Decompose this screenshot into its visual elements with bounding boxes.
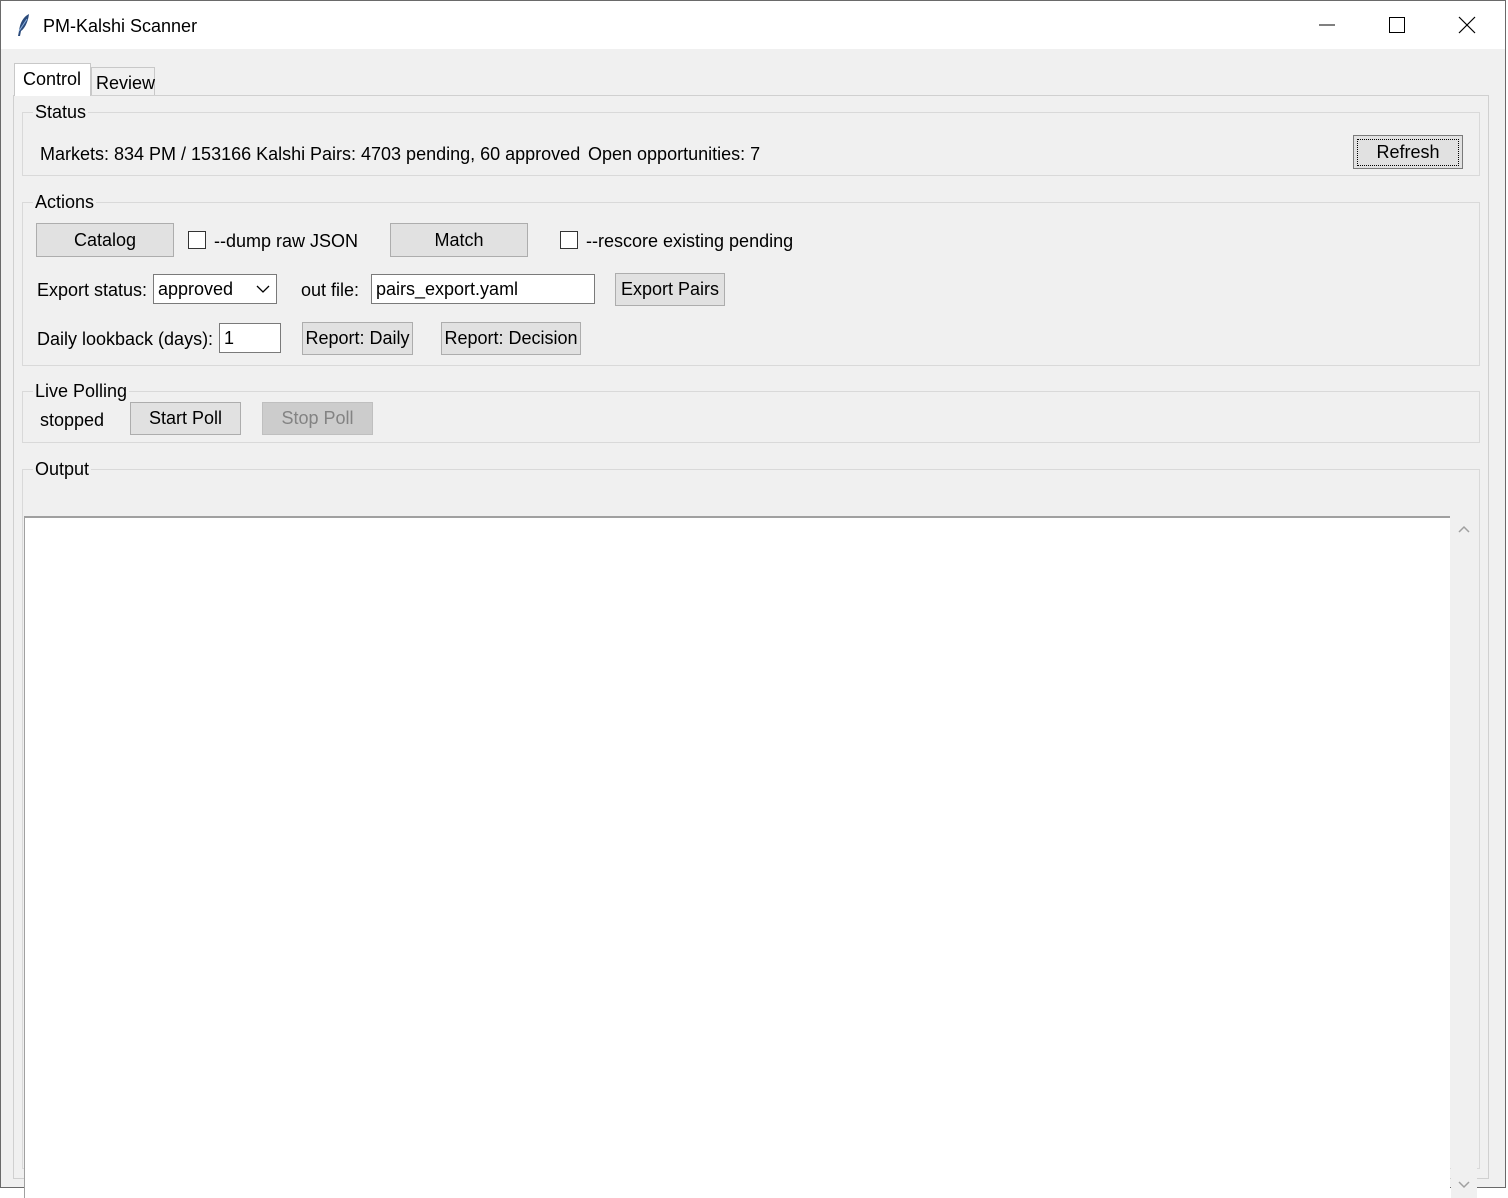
actions-frame: Actions Catalog --dump raw JSON Match --… [22,191,1480,366]
catalog-button[interactable]: Catalog [36,223,174,257]
tab-control[interactable]: Control [14,63,91,96]
output-frame-label: Output [33,458,92,480]
stop-poll-button: Stop Poll [262,402,373,435]
report-daily-button[interactable]: Report: Daily [302,322,413,355]
status-frame: Status Markets: 834 PM / 153166 Kalshi P… [22,101,1480,176]
maximize-icon [1389,17,1405,33]
title-bar[interactable]: PM-Kalshi Scanner [1,1,1505,49]
output-scrollbar[interactable] [1451,516,1477,1198]
output-text-area[interactable] [24,516,1450,1198]
feather-icon [18,14,29,36]
control-panel: Status Markets: 834 PM / 153166 Kalshi P… [13,95,1489,1198]
close-icon [1458,16,1476,34]
rescore-checkbox[interactable] [560,231,578,249]
daily-lookback-label: Daily lookback (days): [37,329,214,349]
minimize-icon [1319,24,1335,26]
maximize-button[interactable] [1363,1,1431,49]
chevron-down-icon[interactable] [1457,1180,1471,1190]
start-poll-button[interactable]: Start Poll [130,402,241,435]
daily-lookback-input[interactable] [219,323,281,353]
refresh-button[interactable]: Refresh [1353,135,1463,169]
poll-state-label: stopped [40,410,105,430]
pairs-count: Pairs: 4703 pending, 60 approved [310,144,581,164]
actions-frame-label: Actions [33,191,97,213]
export-status-value: approved [158,279,234,299]
window-title: PM-Kalshi Scanner [43,16,198,36]
minimize-button[interactable] [1293,1,1361,49]
tab-review[interactable]: Review [91,67,155,96]
match-button[interactable]: Match [390,223,528,257]
export-status-select[interactable]: approved [153,274,277,304]
rescore-label: --rescore existing pending [586,231,794,251]
out-file-label: out file: [301,280,360,300]
notebook: Control Review Status Markets: 834 PM / … [13,61,1489,1198]
status-frame-label: Status [33,101,89,123]
dump-json-checkbox[interactable] [188,231,206,249]
chevron-down-icon [256,285,270,293]
open-opportunities: Open opportunities: 7 [588,144,761,164]
export-status-label: Export status: [37,280,148,300]
live-polling-frame: Live Polling stopped Start Poll Stop Pol… [22,380,1480,443]
export-pairs-button[interactable]: Export Pairs [615,273,725,306]
dump-json-label: --dump raw JSON [214,231,359,251]
chevron-up-icon[interactable] [1457,524,1471,534]
live-polling-frame-label: Live Polling [33,380,130,402]
refresh-button-label: Refresh [1357,138,1459,166]
app-window: PM-Kalshi Scanner Control Review Status … [0,0,1506,1198]
close-button[interactable] [1433,1,1501,49]
report-decision-button[interactable]: Report: Decision [441,322,581,355]
markets-count: Markets: 834 PM / 153166 Kalshi [40,144,306,164]
out-file-input[interactable] [371,274,595,304]
